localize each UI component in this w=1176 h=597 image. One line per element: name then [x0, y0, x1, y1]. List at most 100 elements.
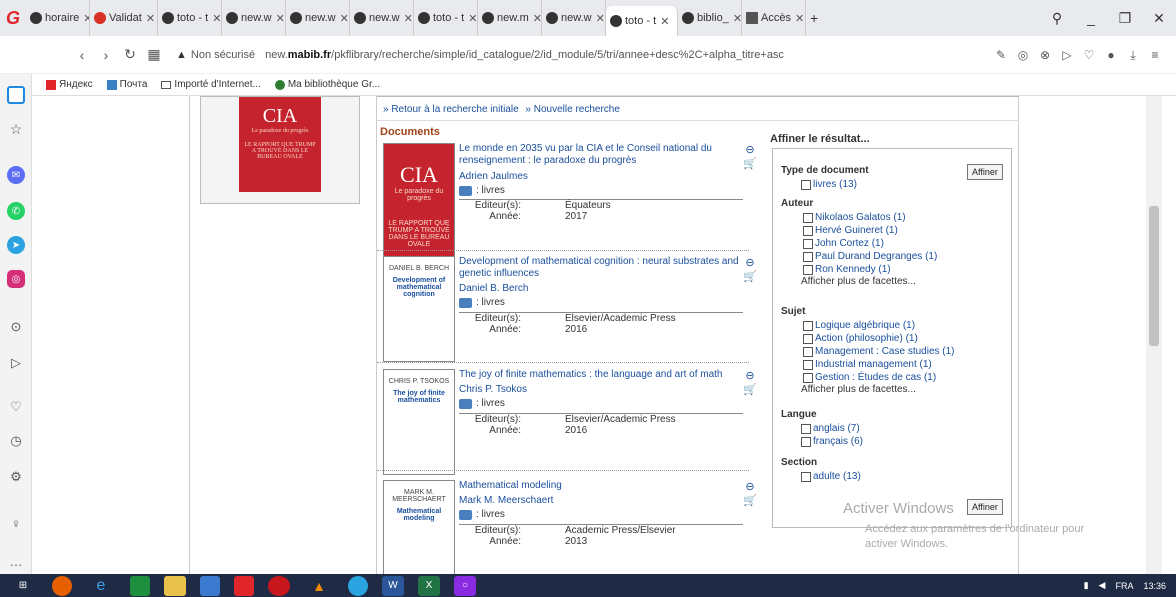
edge-icon[interactable]: e: [86, 576, 116, 596]
cart-icon[interactable]: 🛒: [743, 383, 757, 397]
tab-9[interactable]: new.w ✕: [542, 0, 606, 36]
bookmark-library[interactable]: Ma bibliothèque Gr...: [274, 79, 380, 90]
store-icon[interactable]: [130, 575, 150, 596]
minimize-icon[interactable]: _: [1074, 10, 1108, 26]
cart-icon[interactable]: 🛒: [743, 157, 757, 171]
tab-6[interactable]: new.w ✕: [350, 0, 414, 36]
facet-checkbox-item[interactable]: Paul Durand Degranges (1): [803, 250, 937, 263]
book-cover[interactable]: MARK M. MEERSCHAERT Mathematical modeling: [383, 480, 455, 574]
checkbox[interactable]: [803, 346, 813, 357]
home-icon[interactable]: [7, 86, 25, 104]
record-title-link[interactable]: The joy of finite mathematics : the lang…: [459, 369, 739, 381]
facet-checkbox-item[interactable]: Hervé Guineret (1): [803, 224, 937, 237]
tab-4[interactable]: new.w ✕: [222, 0, 286, 36]
reserve-icon[interactable]: ⊖: [743, 480, 757, 494]
checkbox[interactable]: [803, 251, 813, 262]
star-icon[interactable]: ☆: [7, 120, 25, 138]
facet-checkbox-item[interactable]: Industrial management (1): [803, 358, 955, 371]
network-icon[interactable]: ▮: [1084, 580, 1089, 591]
menu-icon[interactable]: ≡: [1144, 48, 1166, 62]
facet-checkbox-item[interactable]: Management : Case studies (1): [803, 345, 955, 358]
book-cover[interactable]: DANIEL B. BERCH Development of mathematic…: [383, 256, 455, 362]
back-to-search-link[interactable]: » Retour à la recherche initiale: [383, 104, 519, 115]
send-icon[interactable]: ▷: [7, 354, 25, 372]
send-icon[interactable]: ▷: [1056, 48, 1078, 62]
checkbox[interactable]: [803, 225, 813, 236]
telegram-icon[interactable]: [348, 575, 368, 596]
excel-icon[interactable]: X: [418, 575, 440, 596]
blocker-icon[interactable]: ⊗: [1034, 48, 1056, 62]
firefox-icon[interactable]: [52, 575, 72, 596]
more-facets-link[interactable]: Afficher plus de facettes...: [801, 384, 955, 395]
record-author-link[interactable]: Chris P. Tsokos: [459, 384, 527, 395]
tab-12[interactable]: Accès ✕: [742, 0, 806, 36]
tab-8[interactable]: new.m ✕: [478, 0, 542, 36]
reload-icon[interactable]: ↻: [118, 46, 142, 63]
app-icon[interactable]: ○: [454, 575, 476, 596]
tab-1[interactable]: horaire✕: [26, 0, 90, 36]
scrollbar-thumb[interactable]: [1149, 206, 1159, 346]
close-icon[interactable]: ✕: [660, 15, 669, 28]
record-title-link[interactable]: Le monde en 2035 vu par la CIA et le Con…: [459, 143, 739, 167]
checkbox[interactable]: [801, 436, 811, 447]
facet-checkbox-item[interactable]: Nikolaos Galatos (1): [803, 211, 937, 224]
facet-checkbox-item[interactable]: français (6): [801, 435, 863, 448]
tab-3[interactable]: toto - t ✕: [158, 0, 222, 36]
checkbox[interactable]: [803, 264, 813, 275]
checkbox[interactable]: [801, 423, 811, 434]
featured-cover[interactable]: CIA Le paradoxe du progrès LE RAPPORT QU…: [239, 97, 321, 192]
close-icon[interactable]: ✕: [404, 12, 413, 25]
heart-icon[interactable]: ♡: [1078, 48, 1100, 62]
camera-icon[interactable]: ◎: [1012, 48, 1034, 62]
facet-checkbox-item[interactable]: Logique algébrique (1): [803, 319, 955, 332]
heart-icon[interactable]: ♡: [7, 398, 25, 416]
close-icon[interactable]: ✕: [340, 12, 349, 25]
close-icon[interactable]: ✕: [596, 12, 605, 25]
grid-icon[interactable]: ▦: [142, 46, 166, 63]
edit-icon[interactable]: ✎: [990, 48, 1012, 62]
close-icon[interactable]: ✕: [795, 12, 804, 25]
profile-icon[interactable]: ●: [1100, 48, 1122, 62]
page-scrollbar[interactable]: [1146, 96, 1162, 574]
language-indicator[interactable]: FRA: [1115, 581, 1133, 591]
checkbox[interactable]: [803, 212, 813, 223]
browser-logo-icon[interactable]: G: [0, 0, 26, 36]
instagram-icon[interactable]: ◎: [7, 270, 25, 288]
cart-icon[interactable]: 🛒: [743, 494, 757, 508]
restore-icon[interactable]: ❐: [1108, 10, 1142, 27]
record-author-link[interactable]: Mark M. Meerschaert: [459, 495, 553, 506]
facet-checkbox-item[interactable]: anglais (7): [801, 422, 863, 435]
volume-icon[interactable]: ◀: [1099, 580, 1106, 591]
tab-2[interactable]: Validat ✕: [90, 0, 158, 36]
record-title-link[interactable]: Development of mathematical cognition : …: [459, 256, 739, 280]
start-icon[interactable]: ⊞: [8, 576, 38, 596]
play-icon[interactable]: ⊙: [7, 318, 25, 336]
word-icon[interactable]: W: [382, 575, 404, 596]
book-cover[interactable]: CHRIS P. TSOKOS The joy of finite mathema…: [383, 369, 455, 475]
close-icon[interactable]: ✕: [533, 12, 541, 25]
bulb-icon[interactable]: ♀: [7, 514, 25, 532]
checkbox[interactable]: [803, 333, 813, 344]
messenger-icon[interactable]: ✉: [7, 166, 25, 184]
refine-button-bottom[interactable]: Affiner: [967, 499, 1003, 515]
download-icon[interactable]: ⤓: [1122, 48, 1144, 63]
checkbox[interactable]: [803, 372, 813, 383]
media-icon[interactable]: [200, 575, 220, 596]
book-cover[interactable]: CIA Le paradoxe du progrès LE RAPPORT QU…: [383, 143, 455, 257]
bookmark-folder[interactable]: Importé d'Internet...: [161, 79, 261, 90]
checkbox[interactable]: [801, 471, 811, 482]
more-facets-link[interactable]: Afficher plus de facettes...: [801, 276, 937, 287]
close-icon[interactable]: ✕: [83, 12, 89, 25]
reserve-icon[interactable]: ⊖: [743, 369, 757, 383]
new-search-link[interactable]: » Nouvelle recherche: [525, 104, 620, 115]
settings-icon[interactable]: ⚙: [7, 468, 25, 486]
record-author-link[interactable]: Daniel B. Berch: [459, 283, 528, 294]
tab-11[interactable]: biblio_ ✕: [678, 0, 742, 36]
tab-7[interactable]: toto - t ✕: [414, 0, 478, 36]
cart-icon[interactable]: 🛒: [743, 270, 757, 284]
tab-5[interactable]: new.w ✕: [286, 0, 350, 36]
close-icon[interactable]: ✕: [212, 12, 221, 25]
tab-active[interactable]: toto - t ✕: [606, 6, 678, 36]
new-tab-button[interactable]: +: [806, 0, 832, 36]
more-icon[interactable]: …: [7, 552, 25, 570]
